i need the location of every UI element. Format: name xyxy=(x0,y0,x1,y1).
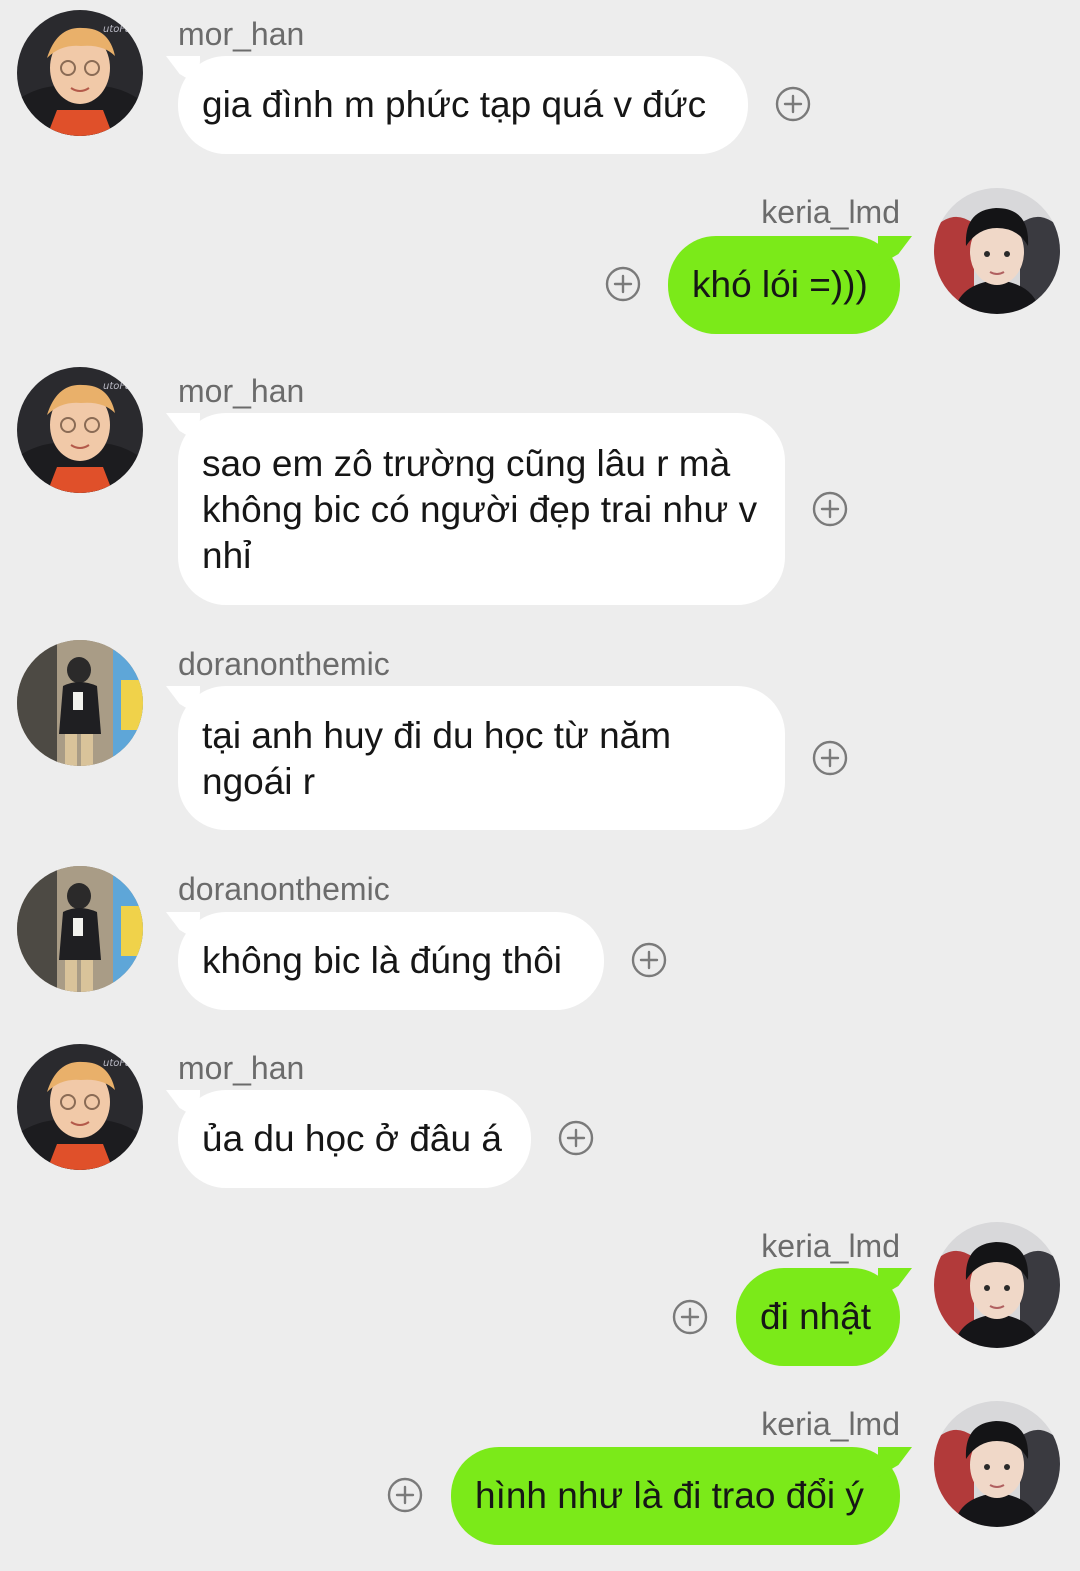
avatar-mor-han[interactable] xyxy=(17,367,143,493)
avatar-keria-lmd[interactable] xyxy=(934,1401,1060,1527)
add-reaction-icon[interactable] xyxy=(631,942,667,978)
message-bubble[interactable]: không bic là đúng thôi xyxy=(178,912,604,1010)
avatar-mor-han[interactable] xyxy=(17,10,143,136)
avatar-doranonthemic[interactable] xyxy=(17,866,143,992)
message-bubble[interactable]: sao em zô trường cũng lâu r mà không bic… xyxy=(178,413,785,605)
add-reaction-icon[interactable] xyxy=(812,740,848,776)
sender-name: keria_lmd xyxy=(761,1228,900,1264)
sender-name: mor_han xyxy=(178,1050,305,1086)
message-bubble[interactable]: ủa du học ở đâu á xyxy=(178,1090,531,1188)
add-reaction-icon[interactable] xyxy=(775,86,811,122)
add-reaction-icon[interactable] xyxy=(387,1477,423,1513)
add-reaction-icon[interactable] xyxy=(812,491,848,527)
add-reaction-icon[interactable] xyxy=(558,1120,594,1156)
message-bubble[interactable]: tại anh huy đi du học từ năm ngoái r xyxy=(178,686,785,830)
sender-name: doranonthemic xyxy=(178,646,390,682)
message-bubble[interactable]: gia đình m phức tạp quá v đức xyxy=(178,56,748,154)
message-bubble[interactable]: đi nhật xyxy=(736,1268,900,1366)
message-bubble[interactable]: khó lói =))) xyxy=(668,236,900,334)
add-reaction-icon[interactable] xyxy=(605,266,641,302)
add-reaction-icon[interactable] xyxy=(672,1299,708,1335)
avatar-doranonthemic[interactable] xyxy=(17,640,143,766)
message-bubble[interactable]: hình như là đi trao đổi ý xyxy=(451,1447,900,1545)
sender-name: keria_lmd xyxy=(761,194,900,230)
sender-name: mor_han xyxy=(178,16,305,52)
avatar-keria-lmd[interactable] xyxy=(934,1222,1060,1348)
avatar-mor-han[interactable] xyxy=(17,1044,143,1170)
sender-name: mor_han xyxy=(178,373,305,409)
avatar-keria-lmd[interactable] xyxy=(934,188,1060,314)
sender-name: doranonthemic xyxy=(178,871,390,907)
sender-name: keria_lmd xyxy=(761,1406,900,1442)
